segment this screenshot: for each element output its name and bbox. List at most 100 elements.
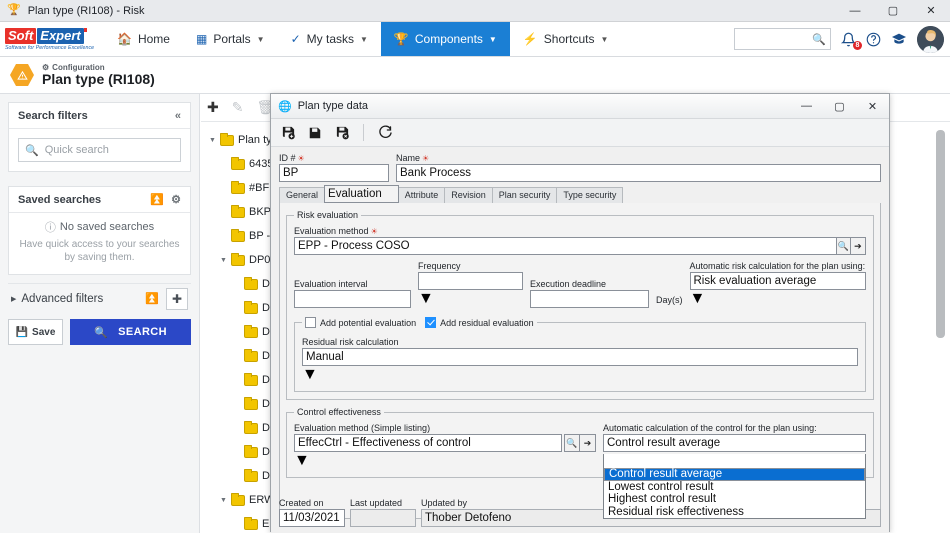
chevron-down-icon: ▼: [600, 34, 609, 44]
nav-right-actions: 🔍 8: [734, 22, 950, 56]
search-button[interactable]: 🔍 SEARCH: [70, 319, 191, 345]
required-icon: ☀: [297, 153, 305, 163]
brand-soft-text: Soft: [5, 27, 37, 44]
globe-icon: 🌐: [278, 100, 292, 113]
saved-searches-empty-state: ⓘ No saved searches Have quick access to…: [9, 213, 190, 274]
chevron-down-icon: ▼: [360, 34, 368, 44]
execution-deadline-input[interactable]: [530, 290, 649, 308]
expand-arrow-icon[interactable]: ▼: [220, 257, 231, 264]
auto-risk-calc-label: Automatic risk calculation for the plan …: [689, 261, 866, 271]
os-maximize-button[interactable]: ▢: [874, 0, 912, 22]
save-button[interactable]: 💾 Save: [8, 319, 63, 345]
softexpert-logo[interactable]: Soft Expert Software for Performance Exc…: [0, 22, 104, 56]
search-button-label: SEARCH: [118, 326, 167, 338]
quick-search-input[interactable]: [44, 144, 174, 156]
control-auto-calc-dropdown[interactable]: Control result average Lowest control re…: [603, 454, 866, 519]
risk-method-input[interactable]: EPP - Process COSO: [294, 237, 836, 255]
dropdown-blank-option[interactable]: [604, 454, 865, 468]
folder-icon: [231, 204, 245, 218]
advanced-filters-row[interactable]: ▶ Advanced filters ⏫ ✚: [8, 283, 191, 313]
collapse-sidebar-button[interactable]: «: [175, 110, 181, 122]
tab-general[interactable]: General: [279, 187, 326, 203]
expand-arrow-icon[interactable]: ▼: [220, 497, 231, 504]
help-icon: [866, 32, 881, 46]
save-close-icon[interactable]: [332, 123, 352, 143]
dialog-tabs: General Evaluation Attribute Revision Pl…: [279, 185, 881, 203]
folder-icon: [244, 324, 258, 338]
required-icon: ☀: [370, 226, 378, 236]
floppy-icon: 💾: [15, 326, 29, 338]
folder-icon: [244, 516, 258, 530]
tab-attribute[interactable]: Attribute: [397, 187, 446, 203]
notification-badge: 8: [853, 40, 862, 50]
dialog-close-button[interactable]: ✕: [856, 94, 889, 119]
dropdown-option-control-result-average[interactable]: Control result average: [604, 468, 865, 481]
add-residual-evaluation-label: Add residual evaluation: [440, 317, 534, 328]
os-window-titlebar: 🏆 Plan type (RI108) - Risk — ▢ ✕: [0, 0, 950, 22]
add-icon[interactable]: ✚: [207, 99, 219, 116]
save-new-icon[interactable]: [278, 123, 298, 143]
global-search-box[interactable]: 🔍: [734, 28, 831, 50]
global-search-input[interactable]: [739, 33, 813, 45]
quick-search-box[interactable]: 🔍: [18, 138, 181, 162]
nav-item-components[interactable]: 🏆 Components ▼: [380, 22, 510, 56]
import-icon[interactable]: ⏫: [150, 193, 164, 206]
os-window-title: Plan type (RI108) - Risk: [27, 4, 145, 17]
folder-icon: [244, 444, 258, 458]
tab-revision[interactable]: Revision: [444, 187, 493, 203]
control-auto-calc-label: Automatic calculation of the control for…: [603, 423, 817, 433]
risk-method-label: Evaluation method ☀: [294, 226, 866, 236]
residual-risk-calc-label: Residual risk calculation: [302, 337, 399, 347]
search-filters-title: Search filters: [18, 109, 88, 122]
nav-item-shortcuts[interactable]: ⚡ Shortcuts ▼: [510, 22, 622, 56]
os-minimize-button[interactable]: —: [836, 0, 874, 22]
binoculars-icon[interactable]: 🔍: [564, 434, 580, 452]
nav-item-home[interactable]: 🏠 Home: [104, 22, 183, 56]
add-potential-evaluation-checkbox[interactable]: [305, 317, 316, 328]
execution-deadline-label: Execution deadline: [530, 279, 607, 289]
grid-icon: ▦: [195, 32, 208, 46]
dialog-minimize-button[interactable]: —: [790, 94, 823, 119]
risk-evaluation-legend: Risk evaluation: [297, 210, 359, 220]
frequency-select[interactable]: [418, 272, 523, 290]
saved-searches-title: Saved searches: [18, 193, 102, 206]
tab-plan-security[interactable]: Plan security: [491, 187, 558, 203]
evaluation-interval-input[interactable]: [294, 290, 411, 308]
days-suffix-label: Day(s): [656, 295, 683, 305]
os-close-button[interactable]: ✕: [912, 0, 950, 22]
residual-risk-calc-select[interactable]: Manual: [302, 348, 858, 366]
tab-type-security[interactable]: Type security: [556, 187, 624, 203]
tab-evaluation[interactable]: Evaluation: [324, 185, 399, 203]
clear-icon[interactable]: ➔: [580, 434, 596, 452]
dialog-maximize-button[interactable]: ▢: [823, 94, 856, 119]
dropdown-option-residual-risk-effectiveness[interactable]: Residual risk effectiveness: [604, 506, 865, 519]
control-auto-calc-select[interactable]: Control result average: [603, 434, 866, 452]
search-icon: 🔍: [812, 33, 826, 46]
help-button[interactable]: [866, 32, 881, 47]
name-field-input[interactable]: Bank Process: [396, 164, 881, 182]
gear-icon[interactable]: ⚙: [171, 193, 181, 206]
search-icon: 🔍: [94, 326, 109, 339]
nav-item-my-tasks[interactable]: ✓ My tasks ▼: [278, 22, 381, 56]
user-avatar[interactable]: [917, 25, 944, 53]
home-icon: 🏠: [117, 32, 132, 46]
id-field-input[interactable]: BP: [279, 164, 389, 182]
save-icon[interactable]: [305, 123, 325, 143]
add-residual-evaluation-checkbox[interactable]: [425, 317, 437, 328]
dropdown-option-highest-control-result[interactable]: Highest control result: [604, 493, 865, 506]
academy-button[interactable]: [891, 31, 907, 47]
import-icon[interactable]: ⏫: [145, 292, 159, 305]
search-icon[interactable]: 🔍: [835, 237, 851, 255]
auto-risk-calc-select[interactable]: Risk evaluation average: [689, 272, 866, 290]
folder-icon: [244, 468, 258, 482]
control-method-label: Evaluation method (Simple listing): [294, 423, 431, 433]
tree-vertical-scrollbar[interactable]: [936, 130, 945, 338]
dropdown-option-lowest-control-result[interactable]: Lowest control result: [604, 481, 865, 494]
notifications-button[interactable]: 8: [841, 32, 862, 50]
clear-icon[interactable]: ➔: [850, 237, 866, 255]
nav-item-portals[interactable]: ▦ Portals ▼: [183, 22, 278, 56]
expand-arrow-icon[interactable]: ▼: [209, 137, 220, 144]
refresh-icon[interactable]: [375, 123, 395, 143]
control-method-select[interactable]: EffecCtrl - Effectiveness of control: [294, 434, 562, 452]
add-filter-button[interactable]: ✚: [166, 287, 188, 310]
